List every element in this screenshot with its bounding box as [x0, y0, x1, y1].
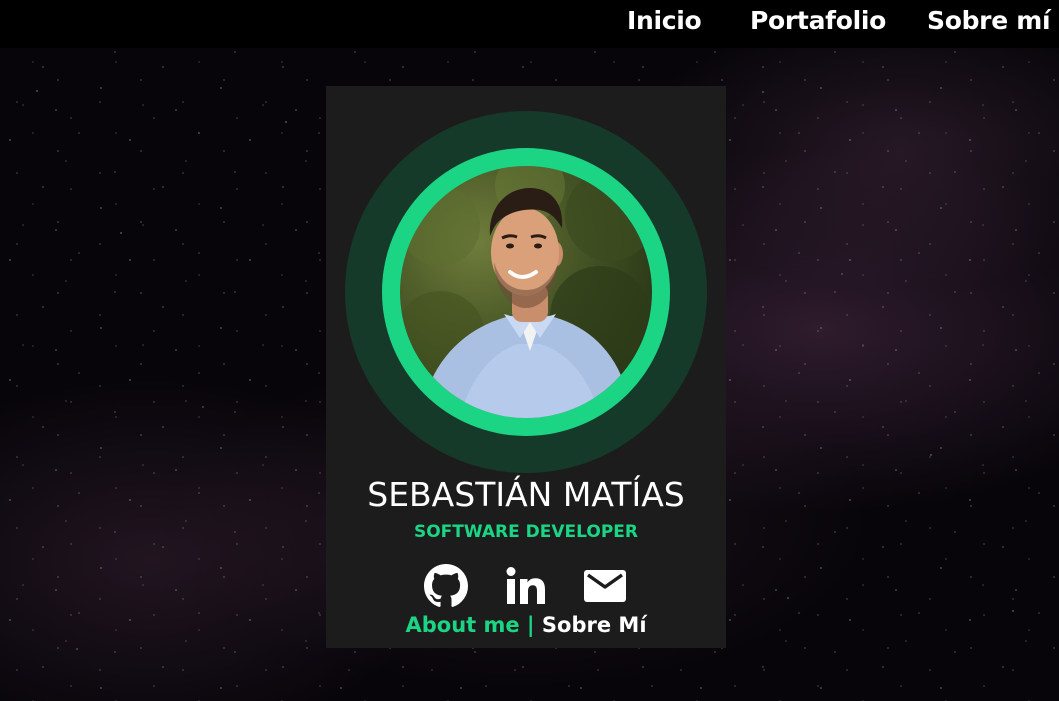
linkedin-icon[interactable] [504, 564, 548, 608]
nav-link-sobre-mi[interactable]: Sobre mí [927, 6, 1051, 35]
avatar-photo [400, 166, 652, 418]
profile-card: SEBASTIÁN MATÍAS SOFTWARE DEVELOPER Abou… [326, 86, 726, 648]
about-me-link[interactable]: About me [405, 613, 519, 637]
top-navbar: Inicio Portafolio Sobre mí [0, 0, 1059, 48]
profile-role: SOFTWARE DEVELOPER [413, 522, 638, 542]
profile-name: SEBASTIÁN MATÍAS [367, 475, 685, 514]
nav-link-inicio[interactable]: Inicio [627, 6, 702, 35]
nav-link-portafolio[interactable]: Portafolio [750, 6, 886, 35]
footer-links: About me | Sobre Mí [326, 613, 726, 637]
github-icon[interactable] [424, 564, 468, 608]
sobre-mi-link[interactable]: Sobre Mí [542, 613, 647, 637]
mail-icon[interactable] [583, 564, 627, 608]
link-separator: | [519, 613, 542, 637]
